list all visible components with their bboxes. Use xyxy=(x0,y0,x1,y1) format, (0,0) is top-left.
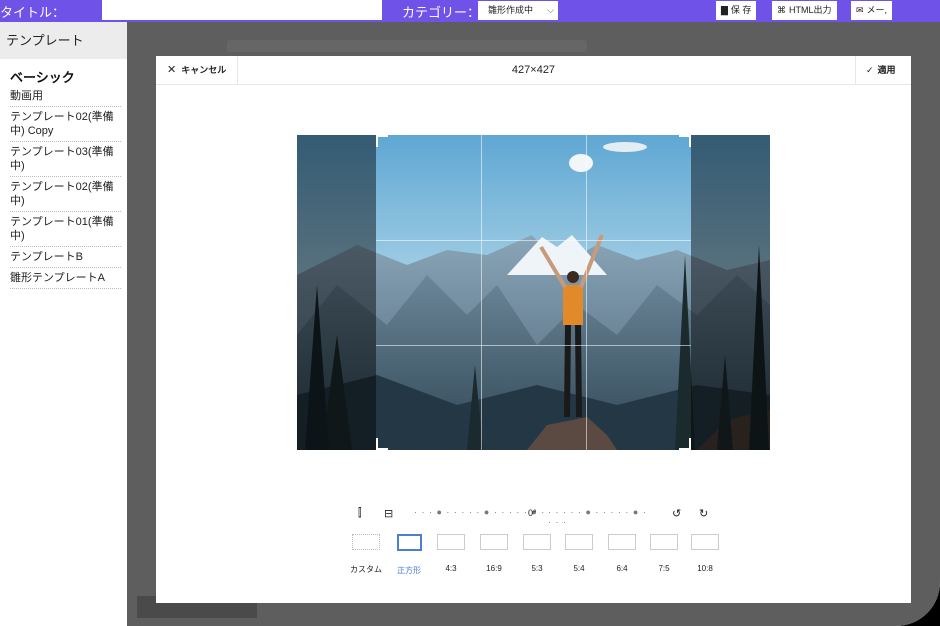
crop-dimensions: 427×427 xyxy=(511,64,556,76)
ratio-preview xyxy=(523,534,551,550)
apply-label: 適用 xyxy=(877,65,896,75)
crop-handle-bottom-left[interactable] xyxy=(376,438,388,450)
grid-line xyxy=(376,345,691,346)
background-toolbar xyxy=(227,40,587,52)
ratio-5-3[interactable]: 5:3 xyxy=(520,534,554,574)
ratio-label: 4:3 xyxy=(445,564,457,573)
ratio-preview xyxy=(691,534,719,550)
close-icon: ✕ xyxy=(167,64,177,76)
crop-mask-right xyxy=(691,135,770,450)
crop-handle-bottom-right[interactable] xyxy=(679,438,691,450)
screen: タイトル： カテゴリー： 雛形作成中 ⌵ ▇ 保 存 ⌘ HTML出力 ✉ メー, テ… xyxy=(0,0,940,626)
check-icon: ✓ xyxy=(866,65,874,75)
mail-icon: ✉ xyxy=(856,5,864,15)
ratio-label: 7:5 xyxy=(658,564,670,573)
ratio-custom[interactable]: カスタム xyxy=(349,534,383,574)
sidebar-header: テンプレート xyxy=(0,22,127,59)
sidebar-section-title: ベーシック xyxy=(10,70,75,85)
mail-button[interactable]: ✉ メー, xyxy=(851,1,893,20)
ratio-label: 5:3 xyxy=(531,564,543,573)
slider-ticks-right: · · · · · ● · · · · · ● · · · · xyxy=(548,507,647,527)
save-button[interactable]: ▇ 保 存 xyxy=(716,1,757,20)
grid-line xyxy=(586,135,587,450)
crop-handle-top-left[interactable] xyxy=(376,135,388,147)
ratio-4-3[interactable]: 4:3 xyxy=(434,534,468,574)
title-label: タイトル： xyxy=(0,5,66,20)
sidebar-item[interactable]: 動画用 xyxy=(10,86,121,107)
cancel-label: キャンセル xyxy=(181,65,227,75)
ratio-10-8[interactable]: 10:8 xyxy=(688,534,722,574)
ratio-square[interactable]: 正方形 xyxy=(392,534,426,575)
html-export-label: HTML出力 xyxy=(789,5,832,15)
ratio-6-4[interactable]: 6:4 xyxy=(605,534,639,574)
sidebar-item[interactable]: テンプレートB xyxy=(10,247,121,268)
rotate-left-icon[interactable]: ↺ xyxy=(672,507,681,520)
sidebar-item[interactable]: テンプレート02(準備中) Copy xyxy=(10,107,121,142)
ratio-preview xyxy=(565,534,593,550)
ratio-label: 16:9 xyxy=(486,564,502,573)
sidebar-items: 動画用 テンプレート02(準備中) Copy テンプレート03(準備中) テンプ… xyxy=(0,86,127,289)
title-input[interactable] xyxy=(102,0,382,20)
crop-controls: ⫿ ⊟ · · · ● · · · · · ● · · · · · ● · 0°… xyxy=(156,507,911,527)
cancel-button[interactable]: ✕ キャンセル xyxy=(156,56,238,85)
ratio-preview xyxy=(650,534,678,550)
crop-handle-top-right[interactable] xyxy=(679,135,691,147)
sidebar-item[interactable]: 雛形テンプレートA xyxy=(10,268,121,289)
top-toolbar: タイトル： カテゴリー： 雛形作成中 ⌵ ▇ 保 存 ⌘ HTML出力 ✉ メー, xyxy=(0,0,940,22)
folder-icon: ▇ xyxy=(721,5,728,15)
ratio-label: 10:8 xyxy=(697,564,713,573)
mail-label: メー, xyxy=(866,5,888,15)
html-export-button[interactable]: ⌘ HTML出力 xyxy=(772,1,837,20)
sidebar-item[interactable]: テンプレート02(準備中) xyxy=(10,177,121,212)
apply-button[interactable]: ✓ 適用 xyxy=(855,56,911,85)
grid-line xyxy=(481,135,482,450)
sidebar-item[interactable]: テンプレート03(準備中) xyxy=(10,142,121,177)
ratio-label: 6:4 xyxy=(616,564,628,573)
rotation-value: 0° xyxy=(528,508,537,518)
ratio-preview xyxy=(480,534,508,550)
rotation-slider[interactable]: · · · ● · · · · · ● · · · · · ● · 0° · ·… xyxy=(414,507,654,527)
category-select[interactable]: 雛形作成中 ⌵ xyxy=(478,1,558,20)
rotate-right-icon[interactable]: ↻ xyxy=(699,507,708,520)
ratio-preview xyxy=(437,534,465,550)
sidebar-item[interactable]: テンプレート01(準備中) xyxy=(10,212,121,247)
ratio-7-5[interactable]: 7:5 xyxy=(647,534,681,574)
crop-modal-header: 427×427 ✕ キャンセル ✓ 適用 xyxy=(156,56,911,85)
slider-ticks-left: · · · ● · · · · · ● · · · · · ● · xyxy=(414,507,546,517)
ratio-label: カスタム xyxy=(350,565,382,574)
crop-mask-left xyxy=(297,135,376,450)
flip-vertical-icon[interactable]: ⊟ xyxy=(384,507,393,520)
crop-frame[interactable] xyxy=(376,135,691,450)
ratio-preview xyxy=(608,534,636,550)
crop-image[interactable] xyxy=(297,135,770,450)
ratio-label: 5:4 xyxy=(573,564,585,573)
ratio-label: 正方形 xyxy=(397,566,421,575)
crop-modal: 427×427 ✕ キャンセル ✓ 適用 ⫿ ⊟ · · · ● · · · ·… xyxy=(156,56,911,603)
ratio-5-4[interactable]: 5:4 xyxy=(562,534,596,574)
grid-line xyxy=(376,240,691,241)
template-sidebar: テンプレート ベーシック 動画用 テンプレート02(準備中) Copy テンプレ… xyxy=(0,22,127,626)
aspect-ratio-options: カスタム 正方形 4:3 16:9 5:3 5:4 6:4 7:5 10:8 xyxy=(156,534,911,575)
save-label: 保 存 xyxy=(730,5,752,15)
sitemap-icon: ⌘ xyxy=(777,5,786,15)
category-label: カテゴリー： xyxy=(402,5,481,20)
ratio-preview xyxy=(396,534,422,551)
chevron-down-icon: ⌵ xyxy=(547,5,554,15)
ratio-16-9[interactable]: 16:9 xyxy=(477,534,511,574)
ratio-preview xyxy=(352,534,380,550)
category-value: 雛形作成中 xyxy=(488,5,534,15)
flip-horizontal-icon[interactable]: ⫿ xyxy=(358,507,362,520)
